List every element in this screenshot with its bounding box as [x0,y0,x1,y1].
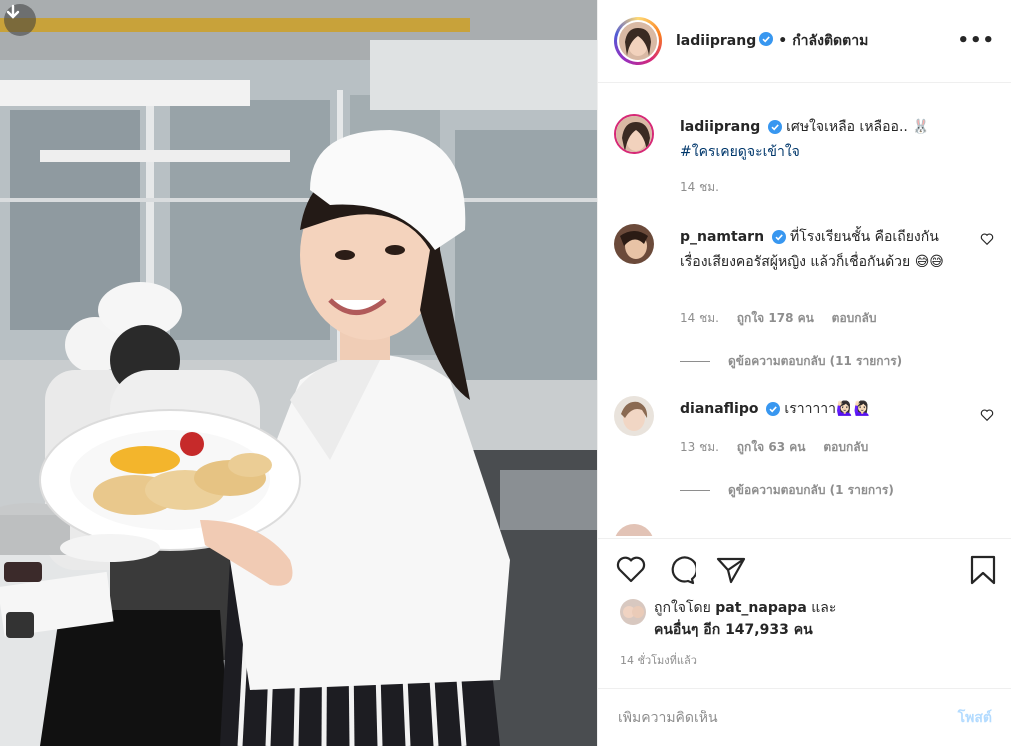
likes-summary: ถูกใจโดย pat_napapa และ คนอื่นๆ อีก 147,… [620,597,836,641]
caption-avatar[interactable] [614,114,654,154]
following-button[interactable]: กำลังติดตาม [792,30,868,52]
comment-time[interactable]: 14 ชม. [680,311,719,325]
share-icon[interactable] [716,555,746,589]
view-replies-label: ดูข้อความตอบกลับ (1 รายการ) [728,483,894,497]
instagram-post-modal: ladiiprang • กำลังติดตาม ••• ladiiprang … [0,0,1011,746]
liked-by-and: และ [811,600,837,616]
comment-likes[interactable]: ถูกใจ 178 คน [737,311,814,325]
post-comment-button[interactable]: โพสต์ [958,707,992,729]
add-comment-input[interactable] [618,709,958,726]
save-bookmark-icon[interactable] [970,555,996,589]
post-actions: ถูกใจโดย pat_napapa และ คนอื่นๆ อีก 147,… [598,538,1011,667]
view-replies-button[interactable]: ดูข้อความตอบกลับ (11 รายการ) [680,352,902,371]
commenter-username[interactable]: dianaflipo [680,401,759,417]
comment-icon[interactable] [666,555,698,589]
author-avatar[interactable] [614,17,662,65]
comments-list[interactable]: ladiiprang เศษใจเหลือ เหลืออ.. 🐰 #ใครเคย… [598,84,1011,536]
comment-composer: โพสต์ [598,688,1011,746]
like-heart-icon[interactable] [616,555,646,587]
download-icon[interactable] [4,4,36,36]
verified-badge-icon [759,32,774,50]
header-separator: • [778,33,788,49]
caption-username[interactable]: ladiiprang [680,119,760,135]
commenter-avatar[interactable] [614,524,654,536]
post-photo[interactable] [0,0,597,746]
post-header: ladiiprang • กำลังติดตาม ••• [598,0,1011,83]
liked-by-prefix: ถูกใจโดย [654,600,711,616]
liker-username[interactable]: pat_napapa [715,600,807,616]
verified-badge-icon [767,119,782,141]
photo-illustration [0,0,597,746]
reply-button[interactable]: ตอบกลับ [832,311,877,325]
comment-text: เราาาาา🙋🏻‍♀️🙋🏻‍♀️ [784,401,871,417]
like-comment-heart-icon[interactable] [980,232,994,250]
commenter-username[interactable]: p_namtarn [680,229,764,245]
view-replies-label: ดูข้อความตอบกลับ (11 รายการ) [728,354,903,368]
author-username[interactable]: ladiiprang [676,33,756,49]
commenter-avatar[interactable] [614,396,654,436]
caption-time[interactable]: 14 ชม. [680,180,719,194]
like-comment-heart-icon[interactable] [980,408,994,426]
post-timestamp[interactable]: 14 ชั่วโมงที่แล้ว [620,651,697,669]
others-likes-count[interactable]: คนอื่นๆ อีก 147,933 คน [654,622,813,638]
view-replies-button[interactable]: ดูข้อความตอบกลับ (1 รายการ) [680,481,894,500]
comment-likes[interactable]: ถูกใจ 63 คน [737,440,806,454]
caption-text: เศษใจเหลือ เหลืออ.. 🐰 [786,119,930,135]
more-options-button[interactable]: ••• [957,30,995,51]
reply-button[interactable]: ตอบกลับ [823,440,868,454]
verified-badge-icon [765,401,780,423]
liker-avatar[interactable] [620,599,646,625]
verified-badge-icon [771,229,786,251]
comment-time[interactable]: 13 ชม. [680,440,719,454]
commenter-avatar[interactable] [614,224,654,264]
post-side-panel: ladiiprang • กำลังติดตาม ••• ladiiprang … [597,0,1011,746]
caption-hashtag[interactable]: #ใครเคยดูจะเข้าใจ [680,144,800,160]
